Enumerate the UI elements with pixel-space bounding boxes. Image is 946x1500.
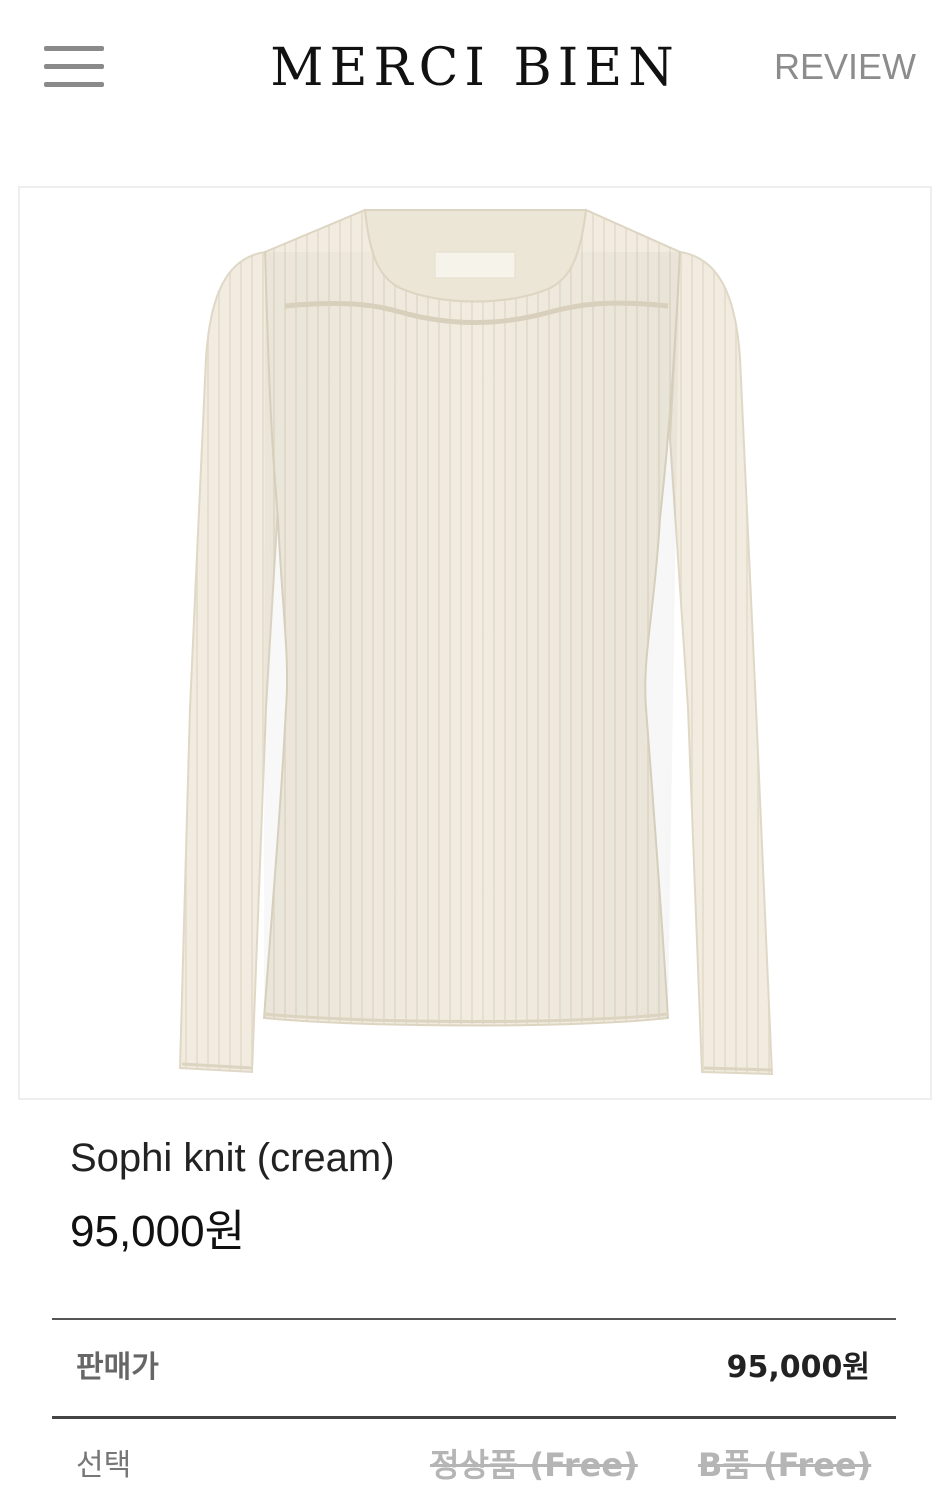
product-name: Sophi knit (cream)	[70, 1136, 395, 1180]
select-label: 선택	[76, 1448, 132, 1483]
menu-bar	[44, 64, 104, 69]
menu-bar	[44, 46, 104, 51]
product-price: 95,000원	[70, 1207, 246, 1256]
product-image[interactable]	[18, 186, 932, 1100]
divider	[52, 1416, 896, 1419]
sale-price-value: 95,000원	[726, 1350, 870, 1385]
hamburger-menu-icon[interactable]	[44, 44, 106, 90]
review-link[interactable]: REVIEW	[774, 46, 916, 88]
option-b-grade-free[interactable]: B품 (Free)	[698, 1444, 871, 1486]
sale-price-label: 판매가	[76, 1350, 159, 1385]
top-header: MERCI BIEN REVIEW	[0, 0, 946, 140]
brand-logo[interactable]: MERCI BIEN	[240, 36, 710, 100]
divider	[52, 1318, 896, 1320]
menu-bar	[44, 82, 104, 87]
knit-top-illustration	[178, 208, 774, 1076]
option-regular-free[interactable]: 정상품 (Free)	[430, 1444, 638, 1486]
